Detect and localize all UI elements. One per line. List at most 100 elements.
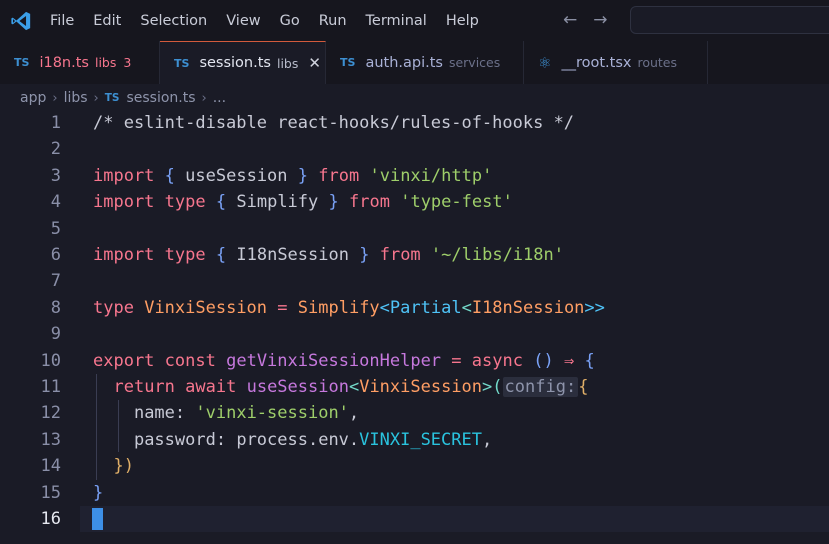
identifier: I18nSession — [236, 245, 349, 265]
line-number: 12 — [40, 403, 61, 424]
angle: >> — [584, 297, 605, 318]
brace: } — [93, 482, 104, 503]
keyword: from — [349, 192, 390, 213]
tab-path: libs — [276, 55, 299, 71]
keyword: async — [471, 350, 523, 371]
command-center-search[interactable] — [630, 6, 829, 34]
code-line: 6 import type { I18nSession } from '~/li… — [0, 242, 829, 268]
keyword: export — [93, 350, 155, 371]
string: '~/libs/i18n' — [430, 245, 564, 265]
keyword: await — [185, 377, 237, 397]
line-number: 2 — [50, 139, 61, 160]
identifier: useSession — [185, 165, 288, 186]
text-cursor — [92, 508, 103, 530]
keyword: import — [93, 245, 155, 265]
typescript-icon: TS — [174, 56, 190, 70]
code-editor[interactable]: 1 /* eslint-disable react-hooks/rules-of… — [0, 110, 829, 544]
brace: { — [578, 377, 589, 397]
brace: { — [215, 245, 227, 265]
code-line: 11 return await useSession<VinxiSession>… — [0, 374, 829, 400]
menu-run[interactable]: Run — [319, 13, 347, 29]
angle: < — [379, 297, 390, 318]
tab-label: session.ts — [199, 55, 271, 71]
tab-auth-api[interactable]: TS auth.api.ts services — [326, 41, 524, 84]
keyword: type — [164, 245, 206, 265]
angle: < — [348, 377, 360, 397]
parens: () — [533, 350, 554, 371]
menu-file[interactable]: File — [50, 13, 74, 29]
typescript-icon: TS — [340, 56, 356, 69]
identifier: process.env. — [236, 429, 360, 450]
string: 'type-fest' — [400, 192, 513, 213]
menu-terminal[interactable]: Terminal — [366, 13, 427, 29]
breadcrumb-libs[interactable]: libs — [64, 90, 88, 106]
string: 'vinxi-session' — [195, 403, 349, 424]
function-name: getVinxiSessionHelper — [226, 350, 442, 371]
brace: } — [328, 192, 339, 213]
code-line: 3 import { useSession } from 'vinxi/http… — [0, 163, 829, 189]
code-line: 14 }) — [0, 453, 829, 479]
identifier: Simplify — [236, 192, 319, 213]
code-line: 8 type VinxiSession = Simplify<Partial<I… — [0, 295, 829, 321]
breadcrumb-symbols[interactable]: ... — [213, 90, 226, 106]
tab-label: __root.tsx — [561, 54, 632, 71]
code-line: 9 — [0, 321, 829, 347]
keyword: return — [113, 377, 175, 397]
type-name: VinxiSession — [359, 377, 483, 397]
code-line: 7 — [0, 268, 829, 294]
forward-arrow-icon[interactable]: → — [593, 10, 607, 30]
brace: { — [584, 350, 595, 371]
breadcrumb-file[interactable]: session.ts — [126, 90, 195, 106]
property-key: password: — [133, 429, 227, 450]
menu-edit[interactable]: Edit — [93, 13, 121, 29]
code-line: 4 import type { Simplify } from 'type-fe… — [0, 189, 829, 215]
line-number: 13 — [40, 429, 61, 450]
typescript-icon: TS — [104, 92, 120, 104]
menu-help[interactable]: Help — [446, 13, 479, 29]
tab-label: i18n.ts — [39, 54, 89, 71]
chevron-right-icon: › — [201, 90, 207, 106]
line-number: 6 — [50, 245, 61, 265]
react-icon: ⚛ — [538, 53, 552, 72]
keyword: from — [318, 165, 360, 186]
line-number: 14 — [40, 456, 61, 477]
tab-i18n[interactable]: TS i18n.ts libs 3 — [0, 41, 160, 84]
type-name: VinxiSession — [144, 297, 268, 318]
string: 'vinxi/http' — [369, 165, 493, 186]
property-key: name: — [133, 403, 186, 424]
tab-path: libs — [94, 55, 117, 70]
tab-root[interactable]: ⚛ __root.tsx routes — [524, 41, 708, 84]
menu-selection[interactable]: Selection — [140, 13, 207, 29]
current-line-highlight — [80, 506, 829, 533]
keyword: type — [164, 192, 206, 213]
line-number: 16 — [40, 509, 61, 529]
brace: } — [297, 165, 309, 186]
constant: VINXI_SECRET — [359, 429, 482, 450]
back-arrow-icon[interactable]: ← — [563, 10, 577, 30]
menu-view[interactable]: View — [226, 13, 260, 29]
keyword: const — [164, 350, 216, 371]
typescript-icon: TS — [14, 56, 30, 69]
tab-session[interactable]: TS session.ts libs ✕ — [160, 41, 326, 84]
brace: { — [215, 192, 227, 213]
operator: = — [277, 297, 288, 318]
type-name: I18nSession — [471, 297, 585, 318]
title-bar: File Edit Selection View Go Run Terminal… — [0, 0, 829, 41]
close-icon[interactable]: ✕ — [308, 54, 321, 72]
menu-go[interactable]: Go — [280, 13, 300, 29]
arrow: ⇒ — [563, 350, 575, 371]
line-number: 8 — [50, 297, 61, 318]
tab-path: routes — [637, 55, 678, 70]
brace: } — [359, 245, 370, 265]
line-number: 1 — [50, 113, 61, 133]
operator: = — [451, 350, 462, 371]
chevron-right-icon: › — [93, 90, 99, 106]
keyword: from — [379, 245, 421, 265]
line-number: 7 — [50, 271, 61, 292]
keyword: type — [93, 297, 134, 318]
breadcrumb-app[interactable]: app — [20, 90, 46, 106]
code-line: 13 password: process.env.VINXI_SECRET, — [0, 427, 829, 453]
line-number: 15 — [40, 482, 61, 503]
code-line: 10 export const getVinxiSessionHelper = … — [0, 348, 829, 374]
type-name: Partial — [389, 297, 462, 318]
